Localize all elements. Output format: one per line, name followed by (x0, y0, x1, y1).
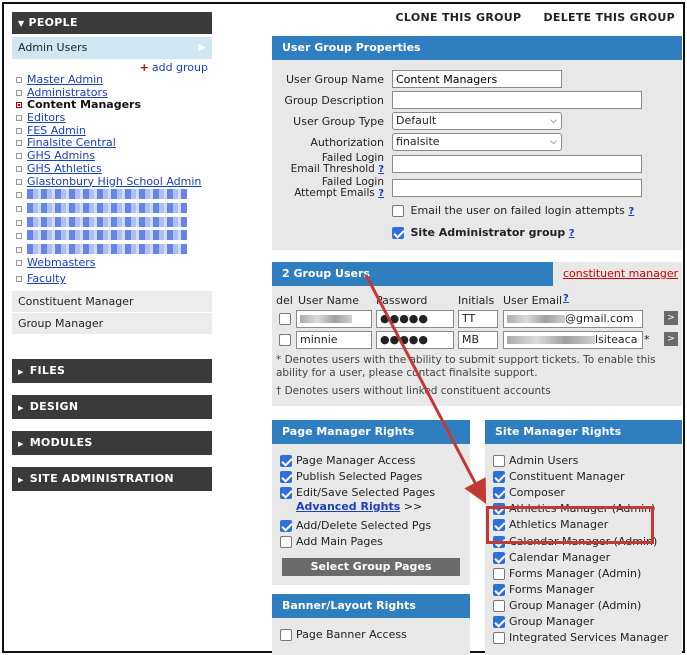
annotation-arrow (364, 274, 487, 504)
highlight-box (486, 506, 654, 544)
